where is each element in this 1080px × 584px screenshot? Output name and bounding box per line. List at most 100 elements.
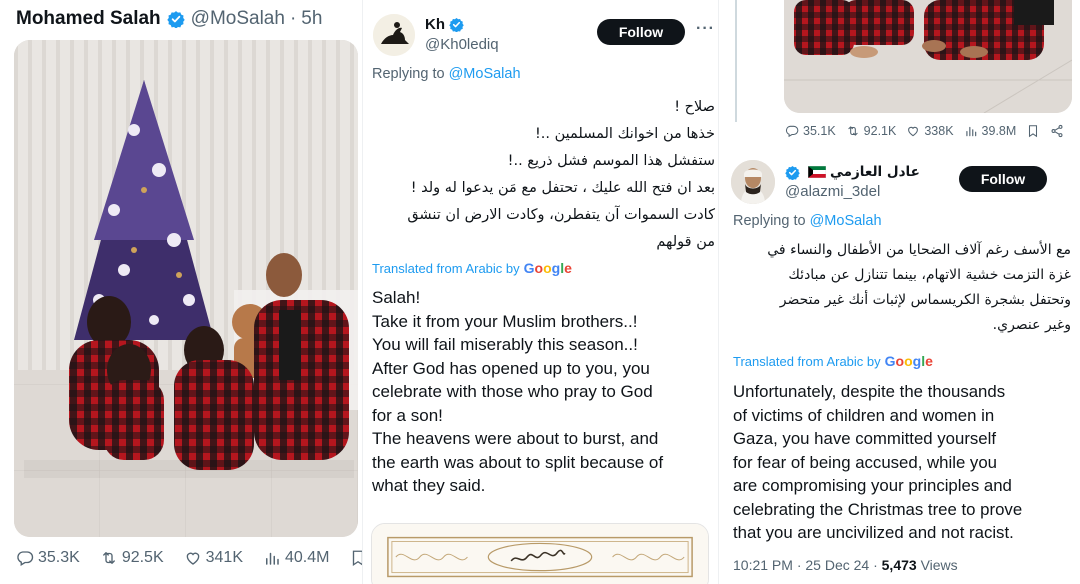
reply-panel-kh: Kh @Kh0lediq Follow ··· Replying to @MoS… [362,0,718,584]
share-button[interactable] [1050,124,1064,138]
translation-line: Gaza, you have committed yourself [733,429,997,448]
author-name[interactable]: عادل العازمي [830,164,920,180]
arabic-line: خذها من اخوانك المسلمين ..! [534,126,715,142]
google-logo: Google [523,260,572,276]
reply-count: 35.1K [803,124,836,138]
author-handle[interactable]: @Kh0lediq [425,36,499,53]
tweet-timestamp[interactable]: 10:21 PM · 25 Dec 24 · [733,557,878,573]
arabic-line: ستفشل هذا الموسم فشل ذريع ..! [507,153,715,169]
mention-link[interactable]: @MoSalah [449,66,521,82]
tweet-photo-family-christmas-crop[interactable] [784,0,1072,113]
views-count: 40.4M [285,549,330,566]
replying-to: Replying to @MoSalah [372,66,521,82]
author-handle[interactable]: @alazmi_3del [785,183,880,200]
like-button[interactable]: 338K [906,124,954,138]
views-label: Views [920,557,958,573]
heart-icon [186,552,199,565]
bookmark-icon [1029,125,1038,138]
reply-icon [17,551,34,566]
tweet-photo-family-christmas[interactable] [14,40,358,537]
avatar[interactable] [373,14,415,56]
translation-line: the earth was about to split because of [372,452,664,472]
replying-prefix: Replying to [733,213,806,229]
heart-icon [908,126,919,137]
author-name[interactable]: Mohamed Salah [16,8,161,30]
tweet-text-arabic: مع الأسف رغم آلاف الضحايا من الأطفال وال… [731,238,1071,338]
arabic-line: غزة التزمت خشية الاتهام، بينما تتنازل عن… [788,267,1071,283]
like-count: 338K [924,124,954,138]
views-button[interactable]: 39.8M [964,124,1017,138]
author-name-row: عادل العازمي [785,164,920,180]
translation-line: Unfortunately, despite the thousands [733,382,1006,401]
translation-line: for a son! [372,405,443,425]
avatar[interactable] [731,160,775,204]
reply-count: 35.3K [38,549,80,566]
tweet-actions: 35.3K 92.5K 341K 40.4M [16,549,362,567]
tweet-text-translation: Salah! Take it from your Muslim brothers… [372,286,663,498]
arabic-line: مع الأسف رغم آلاف الضحايا من الأطفال وال… [767,242,1071,258]
bookmark-button[interactable] [349,549,362,567]
like-button[interactable]: 341K [184,549,243,567]
translation-line: celebrating the Christmas tree to prove [733,499,1023,519]
views-button[interactable]: 40.4M [263,549,329,567]
arabic-line: كادت السموات آن يتفطرن، وكادت الارض ان ت… [407,207,715,223]
translated-label: Translated from Arabic by [372,260,520,276]
author-handle[interactable]: @MoSalah [191,8,285,30]
replying-prefix: Replying to [372,66,445,82]
tweet-header: Mohamed Salah @MoSalah · 5h [16,8,322,30]
arabic-line: بعد ان فتح الله عليك ، تحتفل مع مَن يدعو… [410,180,715,196]
verified-badge-icon [449,17,464,32]
arabic-line: صلاح ! [674,99,715,115]
translation-attribution[interactable]: Translated from Arabic by Google [733,353,933,369]
quran-image-card[interactable] [371,523,709,584]
repost-count: 92.1K [863,124,897,138]
arabic-line: وغير عنصري. [992,317,1071,333]
google-logo: Google [884,353,933,369]
tweet-time[interactable]: 5h [301,8,322,30]
views-count: 39.8M [981,124,1017,138]
translation-line: what they said. [372,476,486,495]
share-icon [1051,124,1063,138]
translation-line: for fear of being accused, while you [733,452,997,472]
views-count: 5,473 [881,557,917,573]
tweet-actions: 35.1K 92.1K 338K 39.8M [785,124,1064,138]
follow-button[interactable]: Follow [959,166,1047,192]
translation-line: You will fail miserably this season..! [372,335,638,354]
mention-link[interactable]: @MoSalah [810,213,882,229]
analytics-icon [266,552,279,565]
reply-icon [785,125,799,138]
kuwait-flag-icon [808,166,826,178]
bookmark-button[interactable] [1026,124,1040,138]
tweet-text-translation: Unfortunately, despite the thousands of … [733,380,1022,545]
repost-icon [102,552,115,564]
translation-line: Salah! [372,288,421,307]
repost-button[interactable]: 92.1K [846,124,897,138]
follow-button[interactable]: Follow [597,19,685,45]
translation-line: After God has opened up to you, you [372,358,650,378]
tweet-panel-salah: Mohamed Salah @MoSalah · 5h 35.3K 92.5K … [0,0,362,584]
repost-icon [848,126,858,136]
replying-to: Replying to @MoSalah [733,213,882,229]
more-options-icon[interactable]: ··· [696,20,715,38]
reply-button[interactable]: 35.1K [785,124,836,138]
translation-attribution[interactable]: Translated from Arabic by Google [372,260,572,276]
repost-count: 92.5K [121,549,164,566]
translation-line: that you are uncivilized and not racist. [733,523,1014,542]
translation-line: Take it from your Muslim brothers..! [372,311,638,331]
translated-label: Translated from Arabic by [733,353,881,369]
reply-button[interactable]: 35.3K [16,549,80,567]
tweet-text-arabic: صلاح ! خذها من اخوانك المسلمين ..! ستفشل… [371,94,715,256]
reply-panel-alazmi: 35.1K 92.1K 338K 39.8M عادل العازمي @ala… [718,0,1080,584]
translation-line: of victims of children and women in [733,405,995,425]
verified-badge-icon [166,10,185,28]
arabic-line: من قولهم [656,234,715,250]
separator: · [289,8,297,29]
analytics-icon [965,126,976,137]
repost-button[interactable]: 92.5K [100,549,164,567]
author-name-row: Kh [425,16,468,33]
like-count: 341K [205,549,243,566]
translation-line: celebrate with those who pray to God [372,382,653,401]
author-name[interactable]: Kh [425,16,445,33]
tweet-meta: 10:21 PM · 25 Dec 24 · 5,473 Views [733,557,958,573]
arabic-line: وتحتفل بشجرة الكريسماس لإثبات أنك غير مت… [779,292,1071,308]
